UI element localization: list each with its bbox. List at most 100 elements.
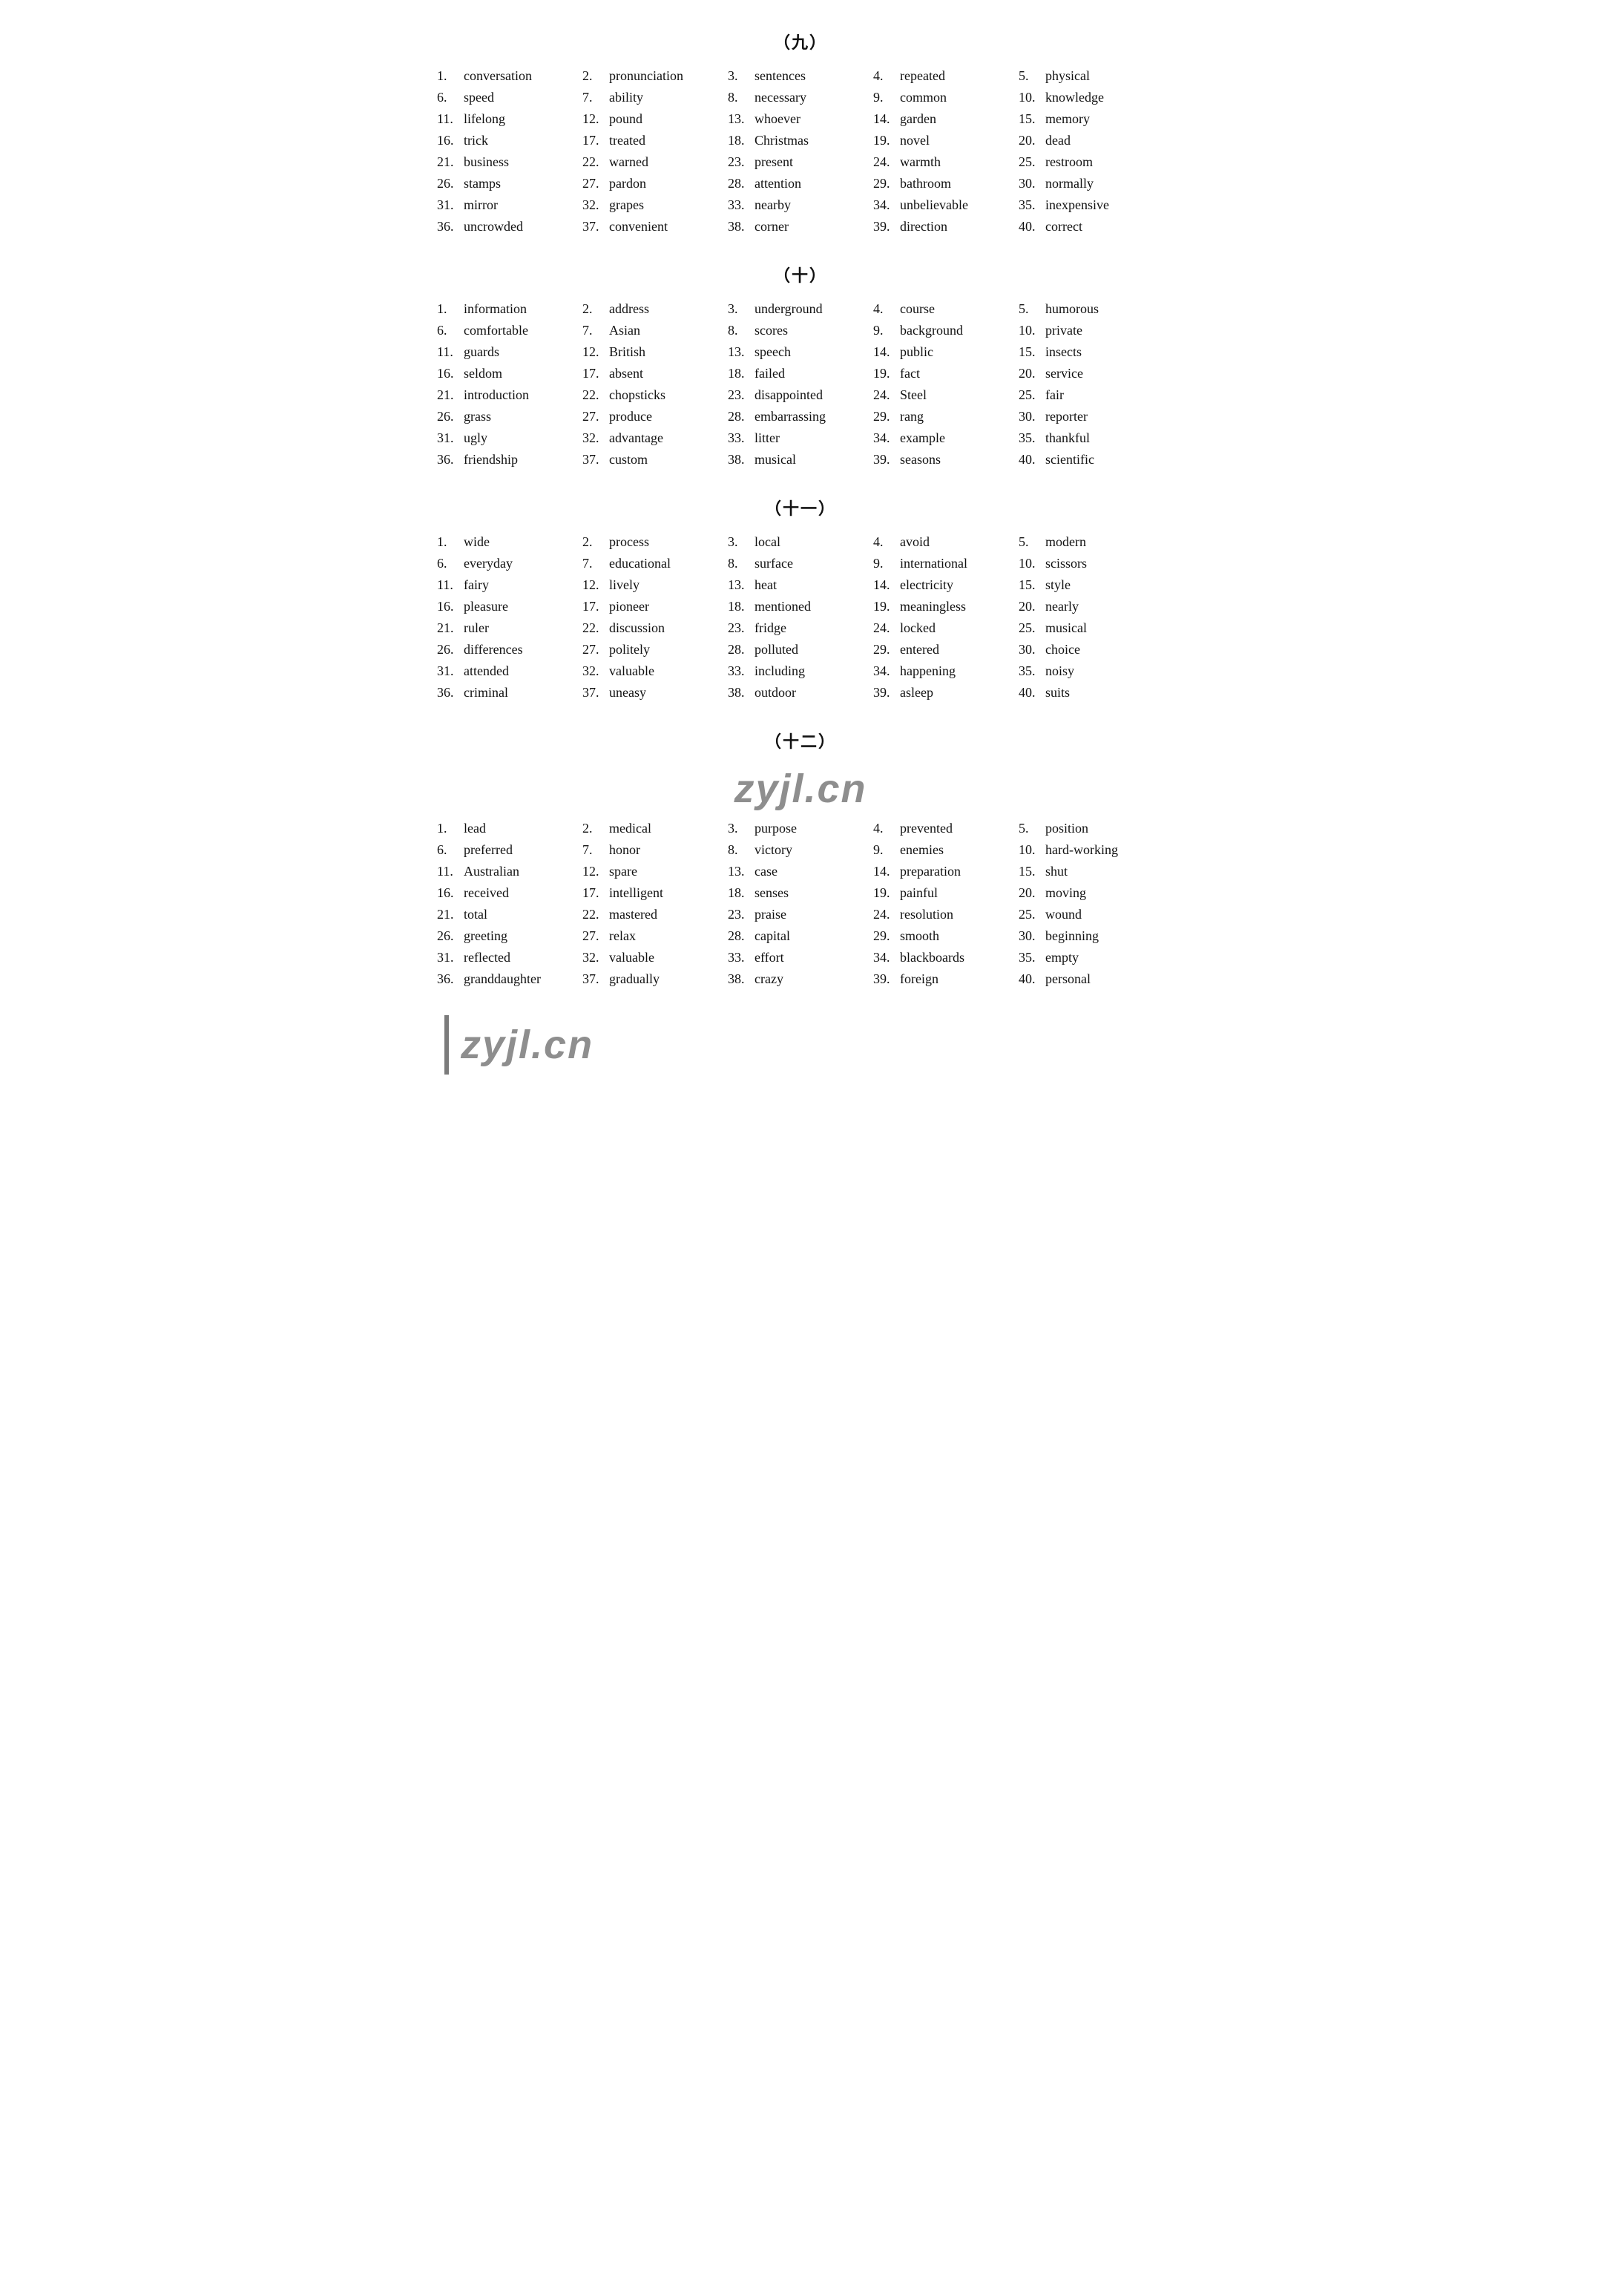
word-number: 35. bbox=[1019, 197, 1042, 213]
word-text: praise bbox=[755, 907, 786, 922]
list-item: 37.gradually bbox=[582, 970, 728, 988]
word-number: 29. bbox=[873, 928, 897, 944]
list-item: 18.failed bbox=[728, 364, 873, 383]
word-text: pound bbox=[609, 111, 642, 127]
word-text: attention bbox=[755, 176, 801, 191]
list-item: 26.stamps bbox=[437, 174, 582, 193]
word-number: 28. bbox=[728, 642, 752, 657]
word-text: embarrassing bbox=[755, 409, 826, 424]
list-item: 10.knowledge bbox=[1019, 88, 1164, 107]
word-text: everyday bbox=[464, 556, 513, 571]
word-text: style bbox=[1045, 577, 1071, 593]
word-text: blackboards bbox=[900, 950, 964, 965]
list-item: 8.scores bbox=[728, 321, 873, 340]
word-text: ruler bbox=[464, 620, 489, 636]
word-text: electricity bbox=[900, 577, 953, 593]
word-text: present bbox=[755, 154, 793, 170]
word-number: 22. bbox=[582, 620, 606, 636]
list-item: 2.process bbox=[582, 533, 728, 551]
word-text: necessary bbox=[755, 90, 806, 105]
word-text: custom bbox=[609, 452, 648, 468]
word-text: grass bbox=[464, 409, 491, 424]
list-item: 13.case bbox=[728, 862, 873, 881]
word-text: relax bbox=[609, 928, 636, 944]
word-text: bathroom bbox=[900, 176, 951, 191]
word-number: 20. bbox=[1019, 885, 1042, 901]
word-number: 34. bbox=[873, 197, 897, 213]
list-item: 34.happening bbox=[873, 662, 1019, 680]
list-item: 36.friendship bbox=[437, 450, 582, 469]
word-number: 21. bbox=[437, 154, 461, 170]
list-item: 35.thankful bbox=[1019, 429, 1164, 447]
list-item: 17.treated bbox=[582, 131, 728, 150]
word-text: mastered bbox=[609, 907, 657, 922]
word-number: 40. bbox=[1019, 971, 1042, 987]
word-text: locked bbox=[900, 620, 936, 636]
word-number: 30. bbox=[1019, 409, 1042, 424]
list-item: 23.praise bbox=[728, 905, 873, 924]
word-number: 36. bbox=[437, 685, 461, 701]
word-number: 16. bbox=[437, 885, 461, 901]
word-number: 24. bbox=[873, 154, 897, 170]
word-number: 14. bbox=[873, 577, 897, 593]
list-item: 31.mirror bbox=[437, 196, 582, 214]
word-text: personal bbox=[1045, 971, 1091, 987]
list-item: 4.repeated bbox=[873, 67, 1019, 85]
word-number: 4. bbox=[873, 821, 897, 836]
list-item: 9.international bbox=[873, 554, 1019, 573]
word-number: 1. bbox=[437, 301, 461, 317]
word-number: 11. bbox=[437, 344, 461, 360]
word-text: enemies bbox=[900, 842, 944, 858]
word-number: 20. bbox=[1019, 366, 1042, 381]
list-item: 38.outdoor bbox=[728, 683, 873, 702]
word-text: stamps bbox=[464, 176, 501, 191]
word-text: nearby bbox=[755, 197, 791, 213]
word-text: treated bbox=[609, 133, 645, 148]
word-text: shut bbox=[1045, 864, 1068, 879]
list-item: 11.lifelong bbox=[437, 110, 582, 128]
word-number: 26. bbox=[437, 928, 461, 944]
word-text: information bbox=[464, 301, 527, 317]
word-number: 25. bbox=[1019, 387, 1042, 403]
list-item: 21.business bbox=[437, 153, 582, 171]
word-text: seldom bbox=[464, 366, 502, 381]
word-text: lifelong bbox=[464, 111, 505, 127]
word-number: 23. bbox=[728, 387, 752, 403]
word-number: 40. bbox=[1019, 685, 1042, 701]
word-text: polluted bbox=[755, 642, 798, 657]
list-item: 4.avoid bbox=[873, 533, 1019, 551]
word-number: 30. bbox=[1019, 176, 1042, 191]
list-item: 16.pleasure bbox=[437, 597, 582, 616]
list-item: 21.total bbox=[437, 905, 582, 924]
list-item: 18.senses bbox=[728, 884, 873, 902]
word-number: 37. bbox=[582, 685, 606, 701]
word-text: memory bbox=[1045, 111, 1090, 127]
word-text: criminal bbox=[464, 685, 508, 701]
list-item: 8.necessary bbox=[728, 88, 873, 107]
word-text: received bbox=[464, 885, 509, 901]
list-item: 32.valuable bbox=[582, 662, 728, 680]
word-text: fact bbox=[900, 366, 920, 381]
section-title: （十） bbox=[437, 263, 1164, 286]
word-number: 2. bbox=[582, 68, 606, 84]
word-number: 5. bbox=[1019, 68, 1042, 84]
word-number: 36. bbox=[437, 452, 461, 468]
word-text: garden bbox=[900, 111, 936, 127]
word-text: lead bbox=[464, 821, 486, 836]
word-text: sentences bbox=[755, 68, 806, 84]
list-item: 40.suits bbox=[1019, 683, 1164, 702]
word-number: 5. bbox=[1019, 534, 1042, 550]
list-item: 17.pioneer bbox=[582, 597, 728, 616]
word-text: seasons bbox=[900, 452, 941, 468]
word-text: moving bbox=[1045, 885, 1086, 901]
word-text: uneasy bbox=[609, 685, 646, 701]
word-text: wide bbox=[464, 534, 490, 550]
word-number: 9. bbox=[873, 323, 897, 338]
list-item: 29.entered bbox=[873, 640, 1019, 659]
word-text: discussion bbox=[609, 620, 665, 636]
list-item: 12.spare bbox=[582, 862, 728, 881]
list-item: 18.Christmas bbox=[728, 131, 873, 150]
word-number: 4. bbox=[873, 68, 897, 84]
list-item: 7.honor bbox=[582, 841, 728, 859]
word-number: 18. bbox=[728, 599, 752, 614]
